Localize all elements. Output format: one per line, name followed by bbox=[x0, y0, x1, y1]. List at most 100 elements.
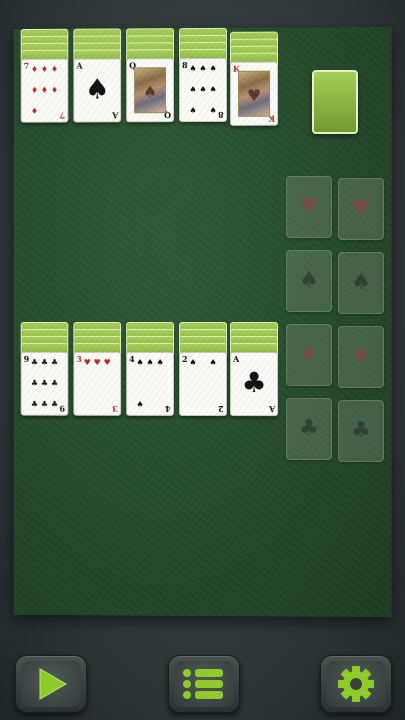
card-rank: Q bbox=[164, 110, 172, 121]
suit-icon: ♠ bbox=[156, 357, 164, 367]
card-back bbox=[73, 335, 122, 356]
suit-icon: ♠ bbox=[136, 399, 144, 409]
foundation-slot[interactable]: ♥ bbox=[338, 178, 384, 240]
suit-icon: ♦ bbox=[40, 64, 49, 74]
suit-icon: ♠ bbox=[299, 268, 319, 293]
play-button[interactable] bbox=[15, 655, 87, 713]
foundation-slot[interactable]: ♦ bbox=[338, 326, 384, 388]
card-back bbox=[73, 28, 122, 49]
suit-icon: ♣ bbox=[351, 418, 371, 443]
card-back bbox=[230, 31, 279, 52]
playing-card[interactable]: 4 4 ♠ ♠ ♠ ♠ bbox=[126, 351, 175, 416]
playing-card[interactable]: Q Q ♠ bbox=[126, 58, 175, 123]
suit-icon: ♥ bbox=[299, 194, 319, 219]
card-rank: 2 bbox=[182, 353, 188, 364]
card-back bbox=[20, 322, 69, 342]
card-rank: 2 bbox=[218, 404, 225, 415]
card-rank: Q bbox=[129, 60, 137, 71]
suit-icon: ♣ bbox=[40, 399, 49, 409]
card-back bbox=[179, 342, 228, 364]
menu-icon bbox=[183, 669, 223, 699]
tableau-pile-9[interactable]: 2 2 ♠ ♠ bbox=[179, 322, 228, 420]
suit-icon: ♠ bbox=[199, 63, 207, 74]
suit-icon: ♦ bbox=[50, 85, 59, 95]
card-back bbox=[179, 328, 228, 350]
playing-card[interactable]: 2 2 ♠ ♠ bbox=[179, 351, 228, 417]
gear-icon bbox=[338, 666, 374, 702]
tableau-pile-6[interactable]: 9 9 ♣ ♣ ♣ ♣ ♣ ♣ ♣ ♣ ♣ bbox=[20, 322, 69, 420]
tableau-pile-1[interactable]: 7 7 ♦ ♦ ♦ ♦ ♦ ♦ ♦ bbox=[20, 28, 69, 127]
card-rank: A bbox=[111, 110, 119, 121]
foundation-slot[interactable]: ♣ bbox=[286, 398, 332, 460]
card-back bbox=[20, 28, 69, 49]
suit-icon: ♠ bbox=[189, 357, 197, 367]
card-back bbox=[179, 322, 228, 343]
card-rank: 4 bbox=[165, 403, 172, 414]
card-back bbox=[20, 335, 69, 356]
foundation-slot[interactable]: ♦ bbox=[286, 324, 332, 386]
suit-icon: ♦ bbox=[30, 64, 39, 74]
suit-icon: ♦ bbox=[40, 85, 49, 95]
foundation-slot[interactable]: ♠ bbox=[286, 250, 332, 312]
playing-card[interactable]: K K ♥ bbox=[230, 61, 279, 126]
card-back bbox=[179, 48, 228, 70]
card-back bbox=[179, 27, 228, 49]
suit-icon: ♦ bbox=[50, 64, 59, 74]
tableau-pile-4[interactable]: 8 8 ♠ ♠ ♠ ♠ ♠ ♠ ♠ ♠ bbox=[179, 27, 228, 126]
suit-icon: ♦ bbox=[30, 85, 39, 95]
card-rank: 9 bbox=[23, 353, 30, 364]
suit-icon: ♥ bbox=[83, 357, 91, 367]
tableau-pile-2[interactable]: A A ♠ bbox=[73, 28, 122, 126]
card-back bbox=[73, 322, 122, 342]
playing-card[interactable]: 3 3 ♥ ♥ ♥ bbox=[73, 351, 122, 416]
tableau-pile-10[interactable]: A A ♣ bbox=[230, 322, 279, 420]
card-rank: 7 bbox=[59, 110, 66, 121]
card-back bbox=[73, 42, 122, 63]
suit-icon: ♠ bbox=[84, 72, 110, 106]
foundation-slot[interactable]: ♥ bbox=[286, 176, 332, 238]
card-pips: ♦ ♦ ♦ ♦ ♦ ♦ ♦ bbox=[30, 64, 60, 116]
stock-pile[interactable] bbox=[312, 70, 358, 134]
foundation-slot[interactable]: ♣ bbox=[338, 400, 384, 462]
card-back bbox=[20, 342, 69, 363]
suit-icon: ♠ bbox=[209, 63, 217, 73]
card-back bbox=[73, 49, 122, 70]
card-rank: 8 bbox=[182, 60, 188, 71]
card-back bbox=[230, 322, 279, 343]
tableau-pile-5[interactable]: K K ♥ bbox=[230, 31, 279, 130]
tableau-pile-8[interactable]: 4 4 ♠ ♠ ♠ ♠ bbox=[126, 322, 175, 420]
card-back bbox=[230, 38, 279, 59]
menu-button[interactable] bbox=[168, 655, 240, 713]
playing-card[interactable]: A A ♣ bbox=[230, 352, 279, 417]
playing-card[interactable]: 8 8 ♠ ♠ ♠ ♠ ♠ ♠ ♠ ♠ bbox=[179, 57, 228, 123]
card-rank: 8 bbox=[218, 109, 225, 120]
suit-icon: ♥ bbox=[351, 196, 371, 221]
card-rank: A bbox=[268, 404, 276, 415]
suit-icon: ♠ bbox=[209, 358, 217, 368]
card-back bbox=[179, 41, 228, 63]
card-rank: 7 bbox=[23, 60, 30, 71]
foundation-slot[interactable]: ♠ bbox=[338, 252, 384, 314]
suit-icon: ♠ bbox=[146, 357, 154, 367]
card-back bbox=[179, 34, 228, 56]
suit-icon: ♥ bbox=[93, 357, 101, 367]
card-rank: K bbox=[268, 113, 276, 124]
card-back bbox=[73, 328, 122, 349]
suit-icon: ♠ bbox=[189, 106, 197, 116]
suit-icon: ♠ bbox=[199, 84, 207, 95]
playing-card[interactable]: 9 9 ♣ ♣ ♣ ♣ ♣ ♣ ♣ ♣ ♣ bbox=[20, 351, 69, 416]
card-pips: ♠ ♠ ♠ ♠ ♠ ♠ ♠ ♠ bbox=[188, 63, 218, 116]
suit-icon: ♣ bbox=[241, 366, 267, 400]
suit-icon: ♠ bbox=[209, 105, 217, 115]
suit-icon: ♦ bbox=[299, 342, 319, 367]
suit-icon: ♣ bbox=[30, 378, 39, 388]
suit-icon: ♣ bbox=[50, 357, 59, 367]
tableau-pile-3[interactable]: Q Q ♠ bbox=[126, 28, 175, 126]
card-rank: 3 bbox=[112, 403, 119, 414]
playing-card[interactable]: 7 7 ♦ ♦ ♦ ♦ ♦ ♦ ♦ bbox=[20, 58, 69, 123]
tableau-pile-7[interactable]: 3 3 ♥ ♥ ♥ bbox=[73, 322, 122, 420]
card-pips: ♠ ♠ bbox=[188, 357, 218, 409]
suit-icon: ♣ bbox=[30, 357, 39, 367]
playing-card[interactable]: A A ♠ bbox=[73, 58, 122, 123]
settings-button[interactable] bbox=[320, 655, 392, 713]
